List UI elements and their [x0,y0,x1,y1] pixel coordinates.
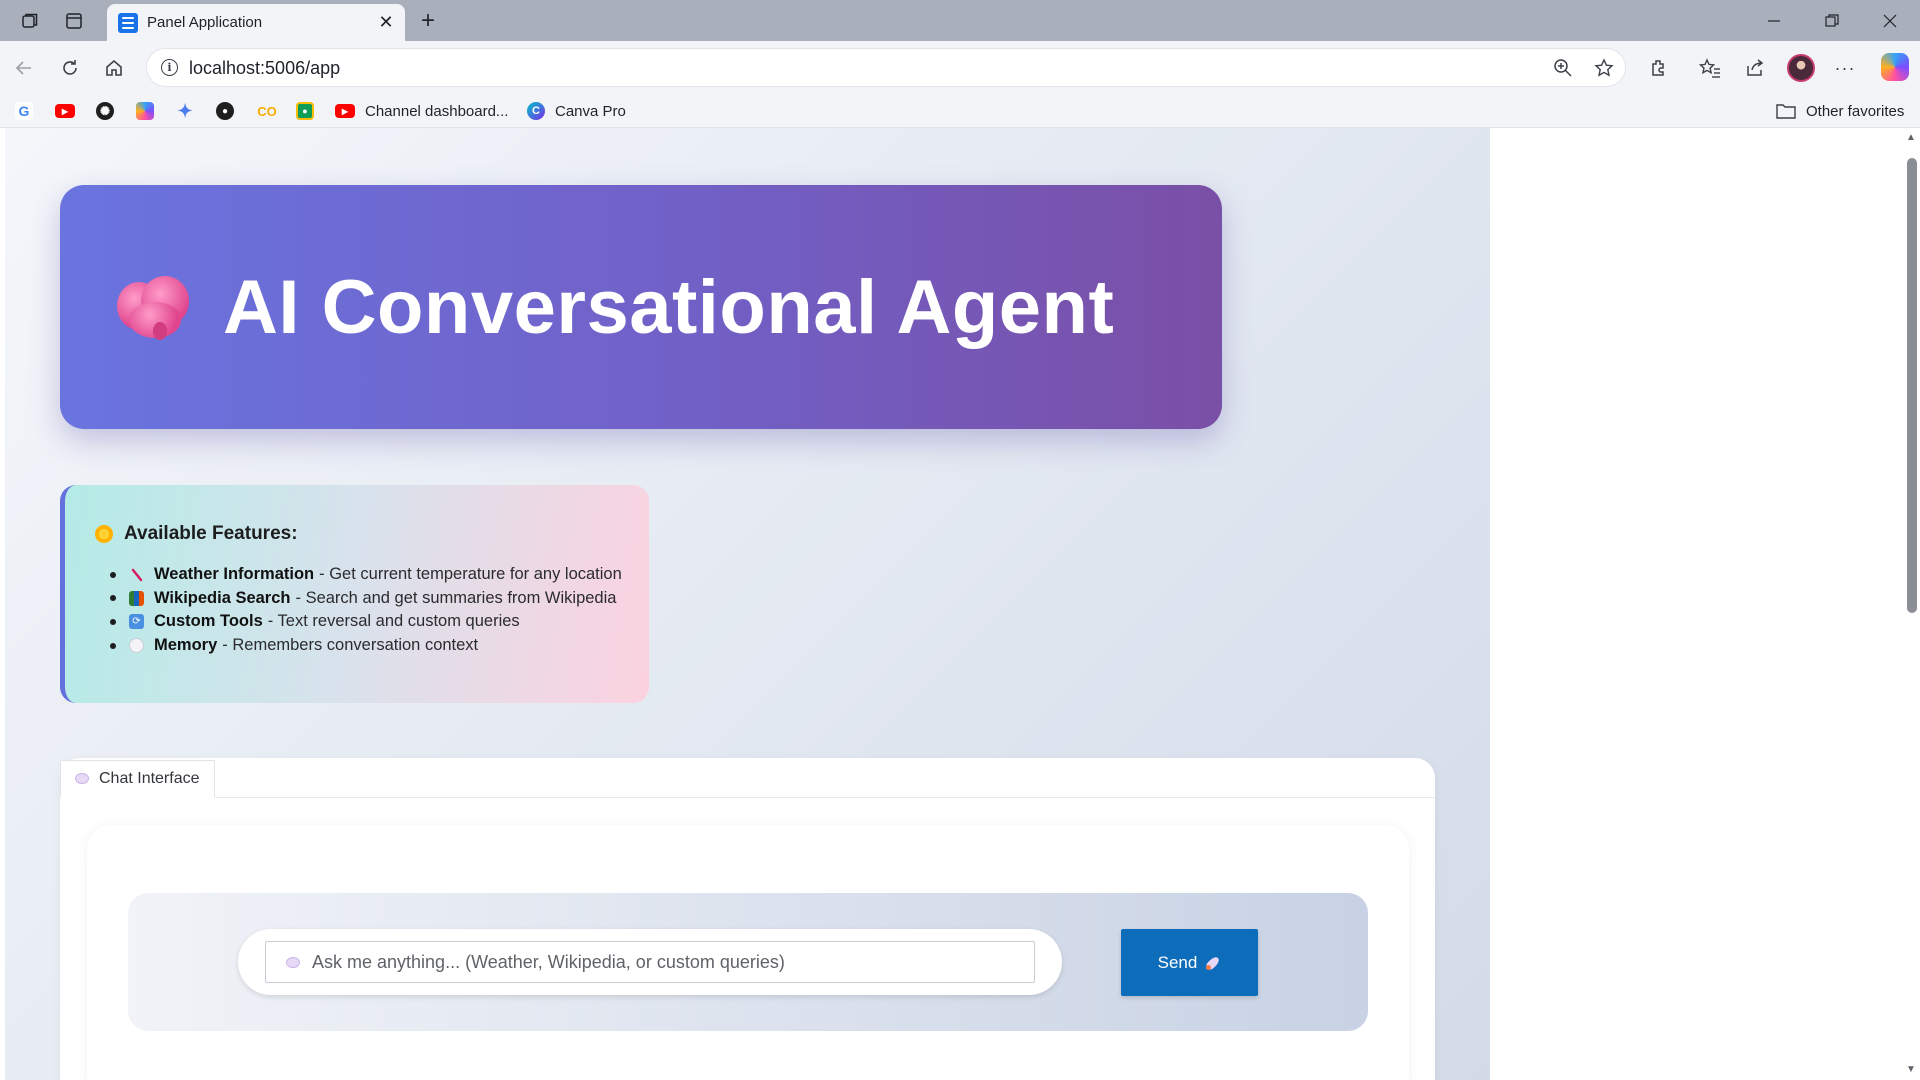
github-icon: ● [216,102,234,120]
other-favorites-label: Other favorites [1806,102,1905,120]
tab-chat-interface[interactable]: Chat Interface [60,760,215,798]
more-options-icon[interactable]: ··· [1832,55,1858,81]
list-item: Weather Information - Get current temper… [110,563,649,587]
share-icon[interactable] [1742,55,1768,81]
side-panel [1490,128,1900,1080]
vertical-tabs-icon[interactable] [62,9,86,33]
site-info-icon[interactable]: i [161,59,178,76]
restore-icon[interactable] [1812,8,1852,34]
favorites-icon[interactable] [1697,55,1723,81]
classroom-icon: ● [296,102,314,120]
feature-desc: - Get current temperature for any locati… [319,565,622,584]
feature-desc: - Search and get summaries from Wikipedi… [295,588,617,607]
home-icon[interactable] [101,55,127,81]
extensions-icon[interactable] [1646,55,1672,81]
features-card: Available Features: Weather Information … [60,485,649,703]
browser-toolbar: i localhost:5006/app ··· [0,41,1920,94]
feature-desc: - Text reversal and custom queries [267,612,520,631]
back-icon[interactable] [11,55,37,81]
folder-icon [1776,102,1796,120]
refresh-icon: ⟳ [129,614,144,630]
bookmarks-bar: G ▶ ✺ ✦ ● CO ● ▶ Channel dashboard... C … [0,94,1920,128]
refresh-icon[interactable] [57,55,83,81]
features-heading: Available Features: [95,523,649,545]
workspaces-icon[interactable] [18,9,42,33]
tab-title: Panel Application [147,14,263,31]
speech-bubble-icon [75,773,89,784]
scroll-up-icon[interactable]: ▲ [1905,132,1917,144]
url-text[interactable]: localhost:5006/app [189,58,340,79]
browser-tab-active[interactable]: Panel Application ✕ [107,4,405,41]
profile-avatar[interactable] [1787,54,1815,82]
google-icon: G [15,102,33,120]
close-window-icon[interactable] [1870,8,1910,34]
zoom-icon[interactable] [1552,57,1574,79]
openai-bookmark[interactable]: ✺ [96,101,114,121]
scroll-thumb[interactable] [1907,158,1917,613]
other-favorites[interactable]: Other favorites [1776,101,1904,121]
chat-input-wrapper [238,929,1062,995]
feature-name: Memory [154,636,218,655]
scroll-down-icon[interactable]: ▼ [1905,1064,1917,1076]
tab-strip: Chat Interface [60,758,1435,798]
books-icon [129,590,144,606]
canva-bookmark[interactable]: C Canva Pro [527,101,626,121]
tab-label: Chat Interface [99,769,200,787]
feature-name: Wikipedia Search [154,588,291,607]
favorite-star-icon[interactable] [1593,57,1615,79]
bookmark-label: Canva Pro [555,102,626,120]
app-header: AI Conversational Agent [60,185,1222,429]
page-viewport: AI Conversational Agent Available Featur… [5,128,1920,1080]
gemini-icon: ✦ [177,100,193,121]
new-tab-icon[interactable]: + [415,7,441,34]
feature-name: Custom Tools [154,612,263,631]
send-button[interactable]: Send [1121,929,1258,996]
address-bar[interactable]: i localhost:5006/app [146,48,1626,87]
gemini-bookmark[interactable]: ✦ [176,101,194,121]
copilot-icon[interactable] [1881,53,1909,81]
youtube-bookmark[interactable]: ▶ [55,101,75,121]
copilot-icon [136,102,154,120]
copilot-bookmark[interactable] [136,101,154,121]
openai-icon: ✺ [96,102,114,120]
bullet [110,571,116,578]
page-title: AI Conversational Agent [223,264,1115,350]
panel-app-favicon-icon [118,13,138,33]
channel-dashboard-bookmark[interactable]: ▶ Channel dashboard... [335,101,508,121]
colab-icon: CO [257,103,277,119]
chat-input-bar: Send [128,893,1368,1031]
list-item: Wikipedia Search - Search and get summar… [110,587,649,611]
feature-name: Weather Information [154,565,315,584]
chat-input[interactable] [265,941,1035,983]
feature-desc: - Remembers conversation context [222,636,479,655]
thermometer-icon [129,567,144,582]
page-scrollbar[interactable]: ▲ ▼ [1900,128,1920,1080]
tab-close-icon[interactable]: ✕ [375,11,397,33]
bookmark-label: Channel dashboard... [365,102,509,120]
bullet [110,595,116,602]
canva-icon: C [527,102,545,120]
bullet [110,642,116,649]
rocket-icon [1205,955,1221,971]
list-item: ⟳ Custom Tools - Text reversal and custo… [110,610,649,634]
browser-title-bar: Panel Application ✕ + [0,0,1920,41]
classroom-bookmark[interactable]: ● [296,101,314,121]
youtube-icon: ▶ [335,104,355,118]
github-bookmark[interactable]: ● [216,101,234,121]
brain-icon [115,272,193,342]
features-heading-text: Available Features: [124,523,298,544]
send-label: Send [1157,952,1198,972]
list-item: Memory - Remembers conversation context [110,634,649,658]
features-list: Weather Information - Get current temper… [95,563,649,657]
youtube-icon: ▶ [55,104,75,118]
thought-bubble-icon [129,638,144,654]
sun-icon [95,525,113,543]
main-content: AI Conversational Agent Available Featur… [5,128,1490,1080]
bullet [110,618,116,625]
chat-panel: Chat Interface Send [60,758,1435,1080]
minimize-icon[interactable] [1754,8,1794,34]
colab-bookmark[interactable]: CO [256,101,278,121]
chat-container: Send [87,825,1409,1080]
google-bookmark[interactable]: G [15,101,33,121]
